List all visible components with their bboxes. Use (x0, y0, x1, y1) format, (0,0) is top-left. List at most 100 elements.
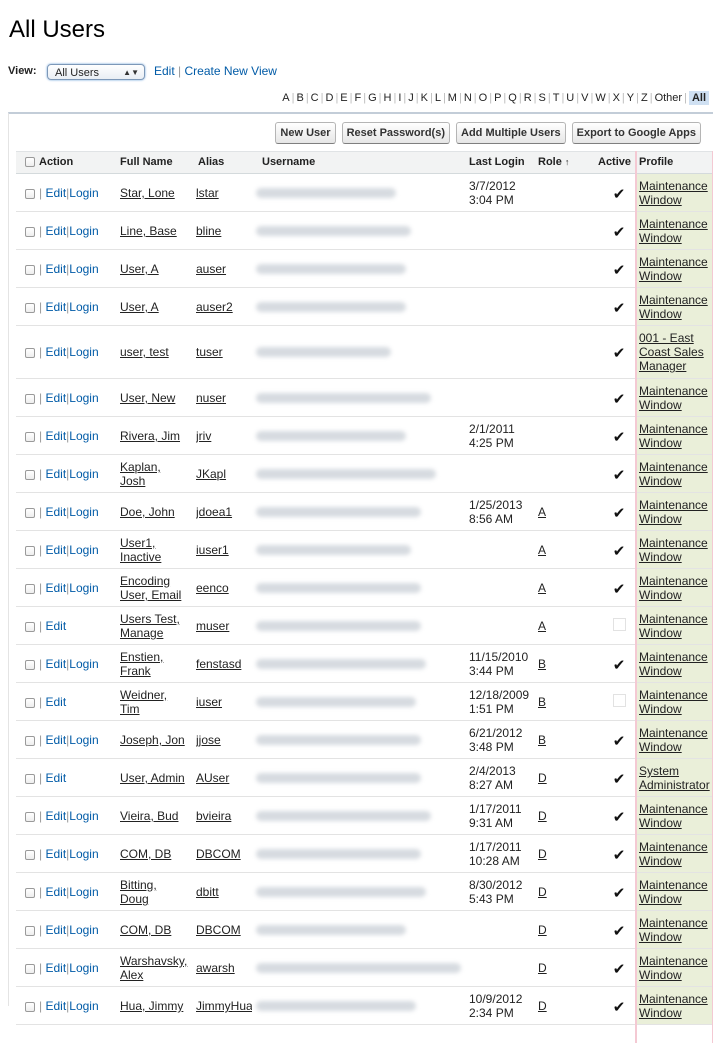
header-role[interactable]: Role ↑ (538, 156, 569, 168)
edit-user-link[interactable]: Edit (45, 771, 66, 785)
login-as-user-link[interactable]: Login (69, 923, 98, 937)
view-select[interactable]: All Users ▲▼ (47, 64, 145, 80)
alphabet-filter-g[interactable]: G (368, 92, 377, 104)
alphabet-filter-k[interactable]: K (421, 92, 428, 104)
login-as-user-link[interactable]: Login (69, 847, 98, 861)
profile-link[interactable]: Maintenance Window (635, 721, 712, 758)
login-as-user-link[interactable]: Login (69, 961, 98, 975)
edit-user-link[interactable]: Edit (45, 809, 66, 823)
alphabet-filter-r[interactable]: R (524, 92, 532, 104)
role-link[interactable]: B (538, 657, 546, 671)
profile-link[interactable]: Maintenance Window (635, 174, 712, 211)
alias-link[interactable]: tuser (196, 345, 252, 359)
edit-user-link[interactable]: Edit (45, 923, 66, 937)
export-google-apps-button[interactable]: Export to Google Apps (571, 122, 701, 144)
row-checkbox[interactable] (25, 393, 35, 404)
login-as-user-link[interactable]: Login (69, 505, 98, 519)
alphabet-filter-x[interactable]: X (613, 92, 620, 104)
full-name-link[interactable]: Star, Lone (120, 186, 192, 200)
profile-link[interactable]: Maintenance Window (635, 645, 712, 682)
edit-user-link[interactable]: Edit (45, 885, 66, 899)
role-link[interactable]: A (538, 581, 546, 595)
row-checkbox[interactable] (25, 347, 35, 358)
edit-user-link[interactable]: Edit (45, 262, 66, 276)
row-checkbox[interactable] (25, 431, 35, 442)
row-checkbox[interactable] (25, 887, 35, 898)
edit-user-link[interactable]: Edit (45, 619, 66, 633)
alphabet-filter-b[interactable]: B (296, 92, 303, 104)
alias-link[interactable]: DBCOM (196, 923, 252, 937)
row-checkbox[interactable] (25, 849, 35, 860)
full-name-link[interactable]: User1, Inactive (120, 536, 192, 564)
profile-link[interactable]: Maintenance Window (635, 288, 712, 325)
full-name-link[interactable]: COM, DB (120, 923, 192, 937)
role-link[interactable]: D (538, 771, 547, 785)
profile-link[interactable]: Maintenance Window (635, 835, 712, 872)
profile-link[interactable]: Maintenance Window (635, 949, 712, 986)
login-as-user-link[interactable]: Login (69, 300, 98, 314)
profile-link[interactable]: Maintenance Window (635, 212, 712, 249)
role-link[interactable]: D (538, 999, 547, 1013)
role-link[interactable]: A (538, 619, 546, 633)
profile-link[interactable]: Maintenance Window (635, 569, 712, 606)
full-name-link[interactable]: Enstien, Frank (120, 650, 192, 678)
alphabet-filter-s[interactable]: S (539, 92, 546, 104)
alias-link[interactable]: jriv (196, 429, 252, 443)
row-checkbox[interactable] (25, 925, 35, 936)
select-all-checkbox[interactable] (25, 157, 35, 168)
alphabet-filter-q[interactable]: Q (508, 92, 517, 104)
alias-link[interactable]: dbitt (196, 885, 252, 899)
alias-link[interactable]: iuser (196, 695, 252, 709)
full-name-link[interactable]: user, test (120, 345, 192, 359)
header-alias[interactable]: Alias (198, 156, 224, 168)
edit-user-link[interactable]: Edit (45, 224, 66, 238)
login-as-user-link[interactable]: Login (69, 262, 98, 276)
row-checkbox[interactable] (25, 735, 35, 746)
alphabet-filter-a[interactable]: A (282, 92, 289, 104)
profile-link[interactable]: System Administrator (635, 759, 712, 796)
login-as-user-link[interactable]: Login (69, 885, 98, 899)
alias-link[interactable]: AUser (196, 771, 252, 785)
login-as-user-link[interactable]: Login (69, 657, 98, 671)
profile-link[interactable]: Maintenance Window (635, 417, 712, 454)
edit-user-link[interactable]: Edit (45, 657, 66, 671)
row-checkbox[interactable] (25, 226, 35, 237)
row-checkbox[interactable] (25, 264, 35, 275)
login-as-user-link[interactable]: Login (69, 186, 98, 200)
role-link[interactable]: D (538, 923, 547, 937)
full-name-link[interactable]: User, A (120, 262, 192, 276)
login-as-user-link[interactable]: Login (69, 467, 98, 481)
alphabet-filter-o[interactable]: O (479, 92, 488, 104)
full-name-link[interactable]: Line, Base (120, 224, 192, 238)
full-name-link[interactable]: Bitting, Doug (120, 878, 192, 906)
edit-user-link[interactable]: Edit (45, 961, 66, 975)
row-checkbox[interactable] (25, 621, 35, 632)
row-checkbox[interactable] (25, 188, 35, 199)
header-last-login[interactable]: Last Login (469, 156, 525, 168)
full-name-link[interactable]: Kaplan, Josh (120, 460, 192, 488)
row-checkbox[interactable] (25, 773, 35, 784)
profile-link[interactable]: Maintenance Window (635, 873, 712, 910)
header-username[interactable]: Username (262, 156, 315, 168)
full-name-link[interactable]: User, A (120, 300, 192, 314)
edit-user-link[interactable]: Edit (45, 695, 66, 709)
role-link[interactable]: A (538, 543, 546, 557)
row-checkbox[interactable] (25, 659, 35, 670)
edit-user-link[interactable]: Edit (45, 186, 66, 200)
profile-link[interactable]: Maintenance Window (635, 797, 712, 834)
edit-user-link[interactable]: Edit (45, 543, 66, 557)
alias-link[interactable]: JimmyHua (196, 999, 252, 1013)
edit-user-link[interactable]: Edit (45, 345, 66, 359)
alphabet-filter-c[interactable]: C (311, 92, 319, 104)
new-user-button[interactable]: New User (275, 122, 336, 144)
alphabet-filter-e[interactable]: E (340, 92, 347, 104)
profile-link[interactable]: Maintenance Window (635, 683, 712, 720)
role-link[interactable]: D (538, 809, 547, 823)
alphabet-filter-n[interactable]: N (464, 92, 472, 104)
full-name-link[interactable]: Doe, John (120, 505, 192, 519)
full-name-link[interactable]: Joseph, Jon (120, 733, 192, 747)
row-checkbox[interactable] (25, 963, 35, 974)
login-as-user-link[interactable]: Login (69, 809, 98, 823)
full-name-link[interactable]: Users Test, Manage (120, 612, 192, 640)
alias-link[interactable]: auser (196, 262, 252, 276)
